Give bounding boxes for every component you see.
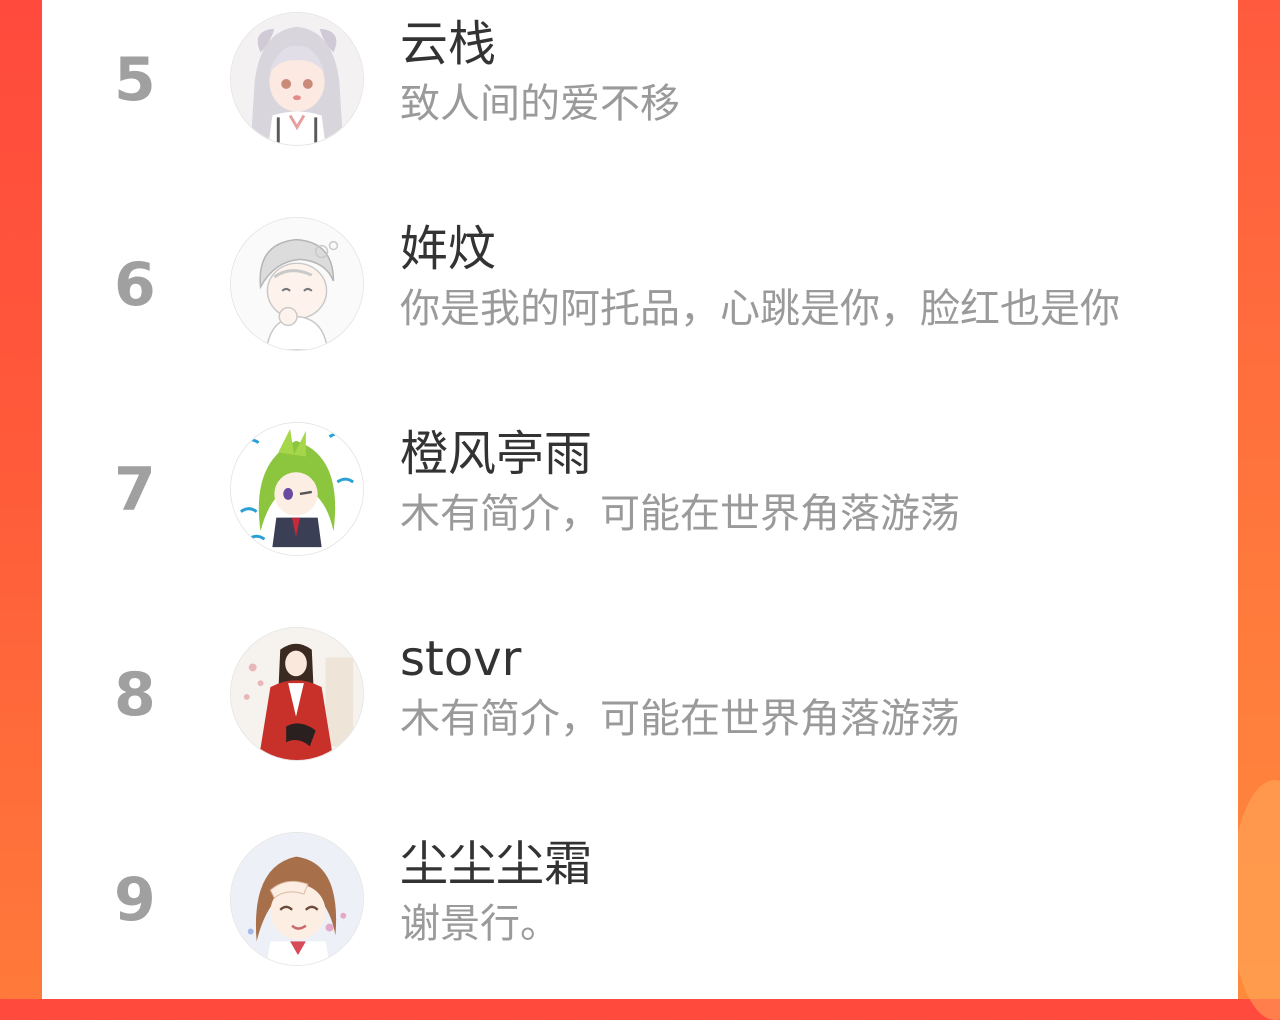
ranking-list-item[interactable]: 6 姩炆 你是我的阿托品，心跳是你，脸红也是你 [42, 205, 1238, 365]
ranking-list-item[interactable]: 9 尘尘尘霜 谢景行。 [42, 820, 1238, 980]
ranking-list-item[interactable]: 7 橙风亭雨 木有简介，可能在世界角落游荡 [42, 410, 1238, 570]
rank-number: 8 [114, 660, 156, 730]
user-bio: 谢景行。 [400, 901, 560, 947]
user-name[interactable]: 橙风亭雨 [400, 424, 592, 484]
rank-number: 6 [114, 250, 156, 320]
rank-number: 5 [114, 45, 156, 115]
anime-girl-avatar-icon[interactable] [230, 12, 364, 146]
user-name[interactable]: stovr [400, 629, 521, 689]
ancient-costume-avatar-icon[interactable] [230, 627, 364, 761]
rank-number: 9 [114, 865, 156, 935]
anime-boy-avatar-icon[interactable] [230, 217, 364, 351]
user-bio: 你是我的阿托品，心跳是你，脸红也是你 [400, 286, 1120, 332]
user-name[interactable]: 尘尘尘霜 [400, 834, 592, 894]
user-name[interactable]: 云栈 [400, 14, 496, 74]
ranking-list-item[interactable]: 5 云栈 致人间的爱不移 [42, 0, 1238, 160]
user-name[interactable]: 姩炆 [400, 219, 496, 279]
anime-cheerful-girl-avatar-icon[interactable] [230, 832, 364, 966]
user-bio: 木有简介，可能在世界角落游荡 [400, 491, 960, 537]
ranking-list-item[interactable]: 8 stovr 木有简介，可能在世界角落游荡 [42, 615, 1238, 775]
user-bio: 致人间的爱不移 [400, 81, 680, 127]
background-right-edge [1230, 0, 1280, 1020]
ranking-panel: 5 云栈 致人间的爱不移 6 姩炆 你是我的阿托品，心跳是你，脸红也是你 7 橙… [42, 0, 1238, 999]
user-bio: 木有简介，可能在世界角落游荡 [400, 696, 960, 742]
rank-number: 7 [114, 455, 156, 525]
anime-green-hair-avatar-icon[interactable] [230, 422, 364, 556]
